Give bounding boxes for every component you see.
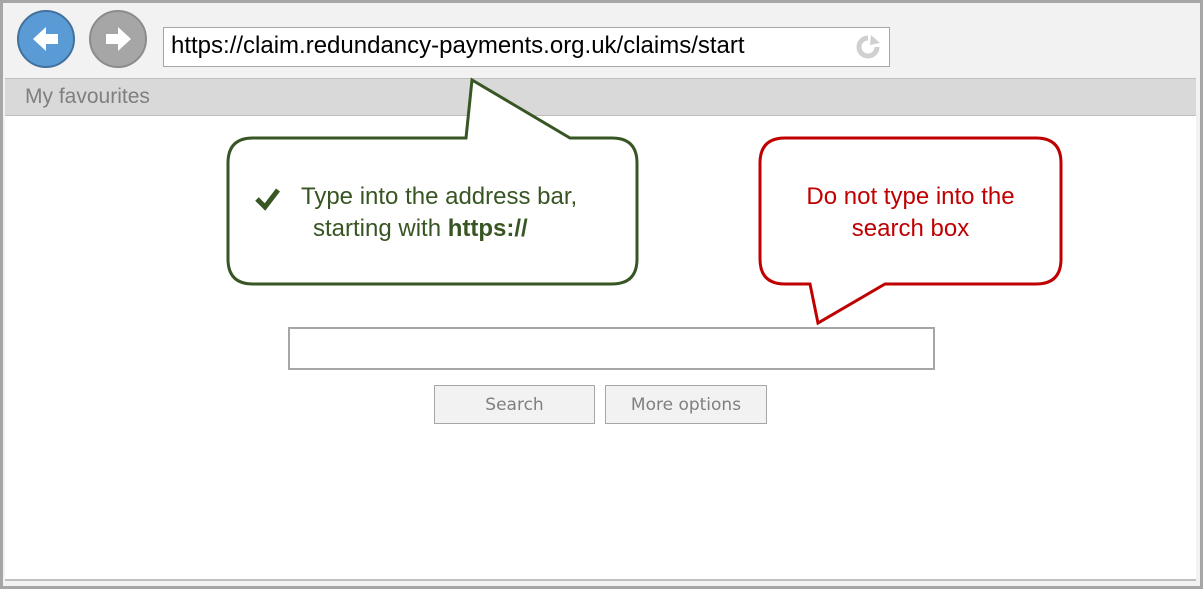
search-button[interactable]: Search <box>434 385 595 424</box>
bad-callout-line1: Do not type into the <box>806 183 1015 210</box>
bad-callout-text: Do not type into the search box <box>760 181 1061 245</box>
more-options-button[interactable]: More options <box>605 385 767 424</box>
good-callout-bold: https:// <box>447 215 528 242</box>
good-callout-line1: Type into the address bar, <box>301 183 578 210</box>
good-callout-line2: starting with https:// <box>301 213 577 245</box>
good-callout-prefix: starting with <box>313 215 448 242</box>
bad-callout-line2: search box <box>851 215 970 242</box>
callout-shapes <box>226 77 1063 326</box>
search-input[interactable] <box>288 327 935 370</box>
good-callout-text: Type into the address bar, starting with… <box>301 181 577 245</box>
